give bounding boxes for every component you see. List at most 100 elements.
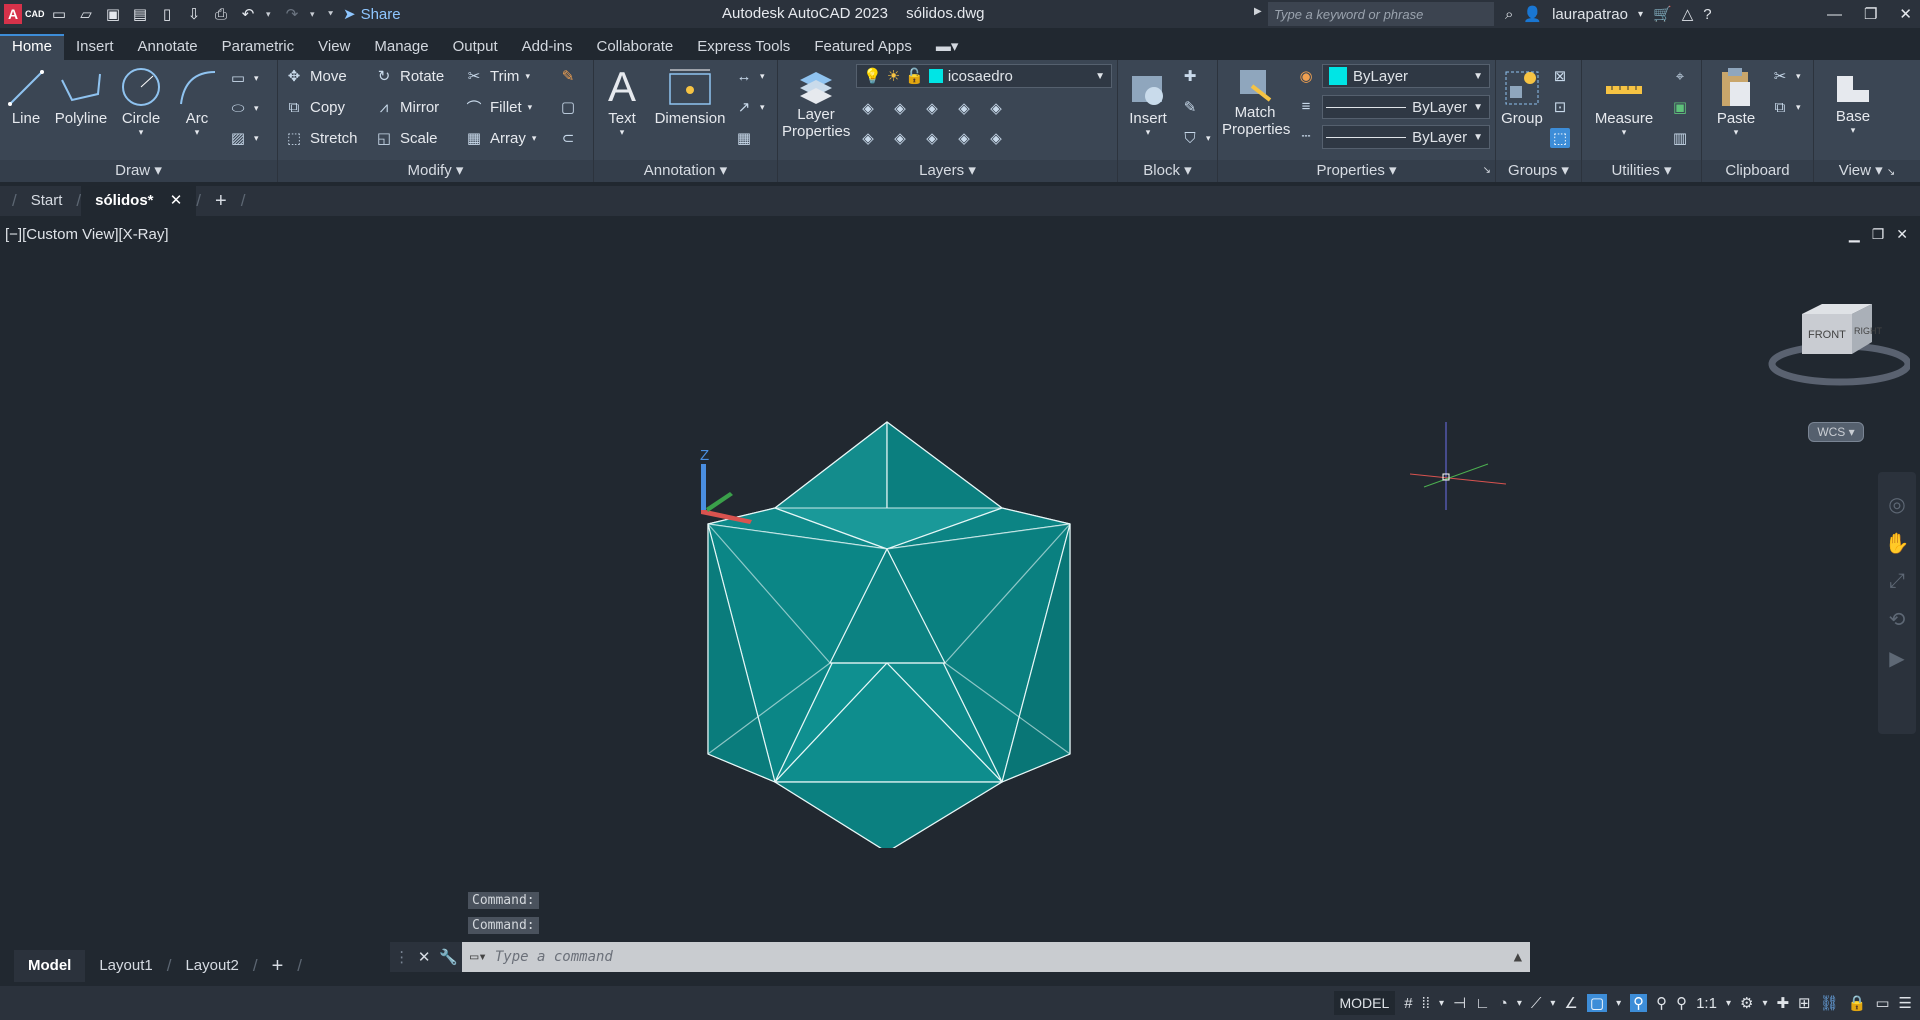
viewcube[interactable]: FRONT RIGHT	[1768, 294, 1910, 394]
tab-add-ins[interactable]: Add-ins	[510, 34, 585, 60]
move-button[interactable]: ✥ Move	[284, 66, 347, 86]
match-properties-button[interactable]: Match Properties	[1222, 66, 1290, 138]
circle-button[interactable]: Circle ▾	[116, 66, 166, 138]
block-panel-label[interactable]: Block ▾	[1118, 160, 1217, 182]
save-web-icon[interactable]: ⇩	[185, 5, 203, 23]
polyline-button[interactable]: Polyline	[52, 66, 110, 127]
groups-panel-label[interactable]: Groups ▾	[1496, 160, 1581, 182]
insert-dropdown-icon[interactable]: ▾	[1122, 127, 1174, 138]
linear-dimension-dropdown-icon[interactable]: ▾	[760, 71, 765, 82]
tab-express-tools[interactable]: Express Tools	[685, 34, 802, 60]
annotation-visibility-icon[interactable]: ⚲	[1630, 994, 1648, 1012]
ellipse-button[interactable]: ⬭ ▾	[228, 98, 259, 118]
draw-panel-label[interactable]: Draw ▾	[0, 160, 277, 182]
tab-featured-apps[interactable]: Featured Apps	[802, 34, 924, 60]
layer-unlock-icon[interactable]: ◈	[954, 128, 974, 148]
close-tab-icon[interactable]: ✕	[170, 192, 183, 209]
undo-dropdown-icon[interactable]: ▾	[266, 9, 274, 20]
leader-dropdown-icon[interactable]: ▾	[760, 102, 765, 113]
layer-dropdown[interactable]: 💡 ☀ 🔓 icosaedro ▼	[856, 64, 1112, 88]
layer-off-icon[interactable]: ◈	[858, 128, 878, 148]
lineweight-dropdown[interactable]: ByLayer ▼	[1322, 95, 1490, 119]
units-icon[interactable]: ⊞	[1798, 994, 1811, 1012]
annotation-monitor-icon[interactable]: ✚	[1776, 994, 1789, 1012]
polar-tracking-icon[interactable]: ◔	[1499, 995, 1508, 1012]
attributes-button[interactable]: ⛉ ▾	[1180, 128, 1211, 148]
app-logo[interactable]: A CAD	[0, 0, 50, 28]
text-button[interactable]: A Text ▾	[604, 64, 640, 138]
search-expand-icon[interactable]: ▶	[1254, 6, 1262, 17]
doc-tab-solidos[interactable]: sólidos* ✕	[81, 186, 197, 216]
undo-icon[interactable]: ↶	[239, 5, 257, 23]
quick-select-button[interactable]: ⌖	[1670, 66, 1690, 86]
command-input[interactable]: ▭▾ Type a command ▲	[462, 942, 1530, 972]
copy-button[interactable]: ⧉ Copy	[284, 97, 345, 117]
tab-collaborate[interactable]: Collaborate	[584, 34, 685, 60]
showmotion-icon[interactable]: ▶	[1889, 646, 1904, 671]
copy-clip-button[interactable]: ⧉ ▾	[1770, 97, 1801, 117]
annotation-scale-value[interactable]: 1:1	[1696, 995, 1717, 1012]
zoom-extents-icon[interactable]: ⤢	[1889, 570, 1905, 593]
annotation-scale-icon[interactable]: ⚲	[1676, 994, 1687, 1012]
pan-icon[interactable]: ✋	[1885, 531, 1910, 556]
layout-tab-layout1[interactable]: Layout1	[85, 950, 166, 982]
object-snap-dropdown-icon[interactable]: ▾	[1616, 998, 1621, 1009]
drawing-viewport[interactable]: [−][Custom View][X-Ray] ▁ ❐ ✕ Z FRONT RI…	[0, 218, 1920, 944]
linetype-dropdown[interactable]: ByLayer ▼	[1322, 125, 1490, 149]
layer-previous-icon[interactable]: ◈	[890, 98, 910, 118]
view-panel-label[interactable]: View ▾ ↘	[1814, 160, 1920, 182]
ellipse-dropdown-icon[interactable]: ▾	[254, 103, 259, 114]
redo-dropdown-icon[interactable]: ▾	[310, 9, 318, 20]
array-dropdown-icon[interactable]: ▾	[532, 133, 537, 144]
customize-qat-icon[interactable]: ⯆	[327, 9, 335, 20]
object-snap-icon[interactable]: ▢	[1586, 994, 1608, 1012]
line-button[interactable]: Line	[6, 66, 46, 127]
minimize-icon[interactable]: —	[1827, 6, 1842, 23]
share-button[interactable]: ➤ Share	[343, 5, 401, 24]
open-folder-icon[interactable]: ▱	[77, 5, 95, 23]
plot-icon[interactable]: ⎙	[212, 5, 230, 23]
layer-unisolate-icon[interactable]: ◈	[922, 128, 942, 148]
measure-button[interactable]: Measure ▾	[1586, 70, 1662, 138]
polar-dropdown-icon[interactable]: ▾	[1517, 998, 1522, 1009]
infer-constraints-icon[interactable]: ⊣	[1453, 994, 1466, 1012]
close-command-icon[interactable]: ✕	[418, 948, 431, 966]
viewport-minimize-icon[interactable]: ▁	[1849, 226, 1860, 243]
paste-dropdown-icon[interactable]: ▾	[1708, 127, 1764, 138]
tab-manage[interactable]: Manage	[362, 34, 440, 60]
workspace-dropdown-icon[interactable]: ▾	[1762, 998, 1767, 1009]
layer-freeze-tool-icon[interactable]: ◈	[890, 128, 910, 148]
hatch-button[interactable]: ▨ ▾	[228, 128, 259, 148]
attributes-dropdown-icon[interactable]: ▾	[1206, 133, 1211, 144]
help-icon[interactable]: ?	[1703, 6, 1711, 23]
tab-parametric[interactable]: Parametric	[210, 34, 307, 60]
scale-button[interactable]: ◱ Scale	[374, 128, 438, 148]
customize-command-icon[interactable]: 🔧	[439, 948, 458, 966]
cut-dropdown-icon[interactable]: ▾	[1796, 71, 1801, 82]
paste-button[interactable]: Paste ▾	[1708, 66, 1764, 138]
array-button[interactable]: ▦ Array ▾	[464, 128, 536, 148]
snap-icon[interactable]: ⁞⁞	[1422, 995, 1430, 1012]
copy-clip-dropdown-icon[interactable]: ▾	[1796, 102, 1801, 113]
arc-dropdown-icon[interactable]: ▾	[172, 127, 222, 138]
restore-icon[interactable]: ❐	[1864, 5, 1877, 23]
base-dropdown-icon[interactable]: ▾	[1820, 125, 1886, 136]
save-as-icon[interactable]: ▤	[131, 5, 149, 23]
viewport-controls-label[interactable]: [−][Custom View][X-Ray]	[5, 226, 169, 243]
tab-view[interactable]: View	[306, 34, 362, 60]
calculator-button[interactable]: ▥	[1670, 128, 1690, 148]
ungroup-button[interactable]: ⊠	[1550, 66, 1570, 86]
scale-dropdown-icon[interactable]: ▾	[1726, 998, 1731, 1009]
auto-scale-icon[interactable]: ⚲	[1656, 994, 1667, 1012]
grid-icon[interactable]: #	[1404, 995, 1412, 1012]
isodraft-dropdown-icon[interactable]: ▾	[1550, 998, 1555, 1009]
hatch-dropdown-icon[interactable]: ▾	[254, 133, 259, 144]
snap-dropdown-icon[interactable]: ▾	[1439, 998, 1444, 1009]
layout-tab-model[interactable]: Model	[14, 950, 86, 982]
tab-home[interactable]: Home	[0, 34, 65, 60]
viewport-restore-icon[interactable]: ❐	[1872, 226, 1885, 243]
insert-button[interactable]: Insert ▾	[1122, 66, 1174, 138]
model-space-toggle[interactable]: MODEL	[1333, 991, 1396, 1015]
command-prompt-icon[interactable]: ▭▾	[470, 949, 487, 965]
wcs-menu[interactable]: WCS ▾	[1808, 422, 1864, 442]
